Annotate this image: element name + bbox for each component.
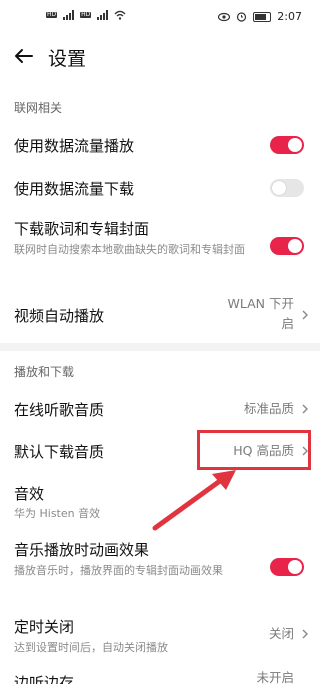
- setting-label: 在线听歌音质: [14, 401, 105, 419]
- signal-icon-2: [97, 10, 109, 20]
- setting-label: 定时关闭: [14, 618, 75, 636]
- data-download-toggle[interactable]: [270, 179, 304, 197]
- setting-row-data-play[interactable]: 使用数据流量播放: [0, 127, 320, 163]
- hd-icon-2: HD: [80, 11, 92, 18]
- anim-effect-toggle[interactable]: [270, 558, 304, 576]
- setting-description: 播放音乐时，播放界面的专辑封面动画效果: [14, 564, 223, 577]
- chevron-right-icon: [302, 629, 308, 639]
- data-play-toggle[interactable]: [270, 136, 304, 154]
- eye-icon: [218, 12, 231, 21]
- value-line-2: 启: [281, 316, 294, 331]
- alarm-icon: [237, 12, 247, 22]
- setting-row-timer-close[interactable]: 定时关闭 达到设置时间后，自动关闭播放 关闭: [0, 610, 320, 660]
- setting-label: 使用数据流量下载: [14, 180, 135, 198]
- setting-label: 音效: [14, 485, 45, 503]
- back-arrow-icon: [15, 49, 33, 63]
- setting-row-video-autoplay[interactable]: 视频自动播放 WLAN 下开 启: [0, 290, 320, 340]
- setting-label: 默认下载音质: [14, 443, 105, 461]
- section-gap: [0, 343, 320, 351]
- setting-description: 华为 Histen 音效: [14, 507, 101, 520]
- setting-label: 视频自动播放: [14, 307, 105, 325]
- hd-icon: HD: [46, 11, 58, 18]
- setting-description: 联网时自动搜索本地歌曲缺失的歌词和专辑封面: [14, 243, 245, 256]
- setting-row-partial[interactable]: 边听边存 未开启: [0, 668, 320, 684]
- annotation-highlight-box: [197, 430, 311, 470]
- setting-row-anim-effect[interactable]: 音乐播放时动画效果 播放音乐时，播放界面的专辑封面动画效果: [0, 535, 320, 601]
- section-network-title: 联网相关: [14, 101, 63, 115]
- setting-label: 音乐播放时动画效果: [14, 541, 150, 559]
- wifi-icon: [114, 10, 126, 20]
- status-right-icons: 2:07: [218, 10, 302, 23]
- value-line-1: WLAN 下开: [227, 296, 295, 311]
- setting-label: 下载歌词和专辑封面: [14, 220, 150, 238]
- page-title: 设置: [48, 48, 87, 70]
- status-bar: HD HD 2:07: [0, 0, 320, 34]
- setting-label: 边听边存: [14, 674, 75, 684]
- setting-row-lyrics-cover[interactable]: 下载歌词和专辑封面 联网时自动搜索本地歌曲缺失的歌词和专辑封面: [0, 214, 320, 280]
- chevron-right-icon: [302, 310, 308, 320]
- status-time: 2:07: [277, 10, 302, 23]
- setting-description: 达到设置时间后，自动关闭播放: [14, 641, 168, 654]
- setting-row-sound-effect[interactable]: 音效 华为 Histen 音效: [0, 477, 320, 527]
- signal-icon: [63, 10, 75, 20]
- back-button[interactable]: [10, 42, 38, 70]
- setting-row-data-download[interactable]: 使用数据流量下载: [0, 171, 320, 207]
- section-playback-title: 播放和下载: [14, 365, 75, 379]
- battery-icon: [253, 11, 272, 22]
- page-header: 设置: [0, 34, 320, 80]
- setting-value: WLAN 下开 启: [228, 294, 295, 334]
- chevron-right-icon: [302, 404, 308, 414]
- setting-value: 关闭: [268, 626, 294, 641]
- lyrics-cover-toggle[interactable]: [270, 237, 304, 255]
- setting-row-online-quality[interactable]: 在线听歌音质 标准品质: [0, 391, 320, 429]
- setting-value: 未开启: [256, 670, 294, 684]
- setting-value: 标准品质: [243, 401, 294, 416]
- setting-label: 使用数据流量播放: [14, 137, 135, 155]
- status-left-icons: HD HD: [46, 10, 126, 20]
